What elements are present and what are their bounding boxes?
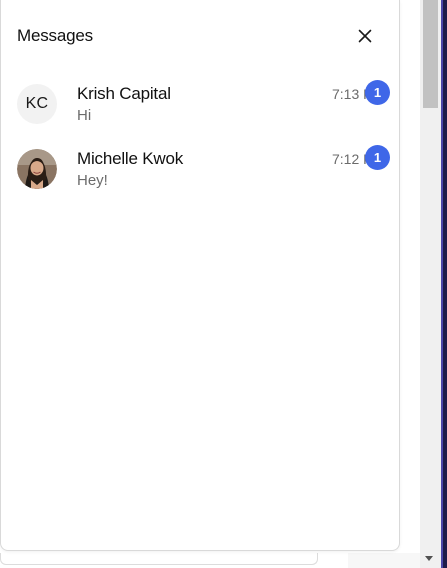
avatar — [17, 149, 57, 189]
conversation-item-krish-capital[interactable]: KC Krish Capital Hi 7:13 PM 1 — [1, 78, 399, 140]
conversation-name: Michelle Kwok — [77, 149, 184, 168]
unread-badge: 1 — [365, 80, 390, 105]
conversation-preview: Hi — [77, 107, 92, 124]
avatar: KC — [17, 84, 57, 124]
background-footer-edge — [348, 553, 420, 568]
conversation-time: 7:13 PM — [332, 86, 366, 102]
app-window: Messages KC Krish Capital Hi 7:13 PM 1 — [0, 0, 447, 568]
scrollbar-thumb[interactable] — [423, 0, 438, 108]
close-icon — [358, 29, 372, 43]
background-card-edge — [0, 553, 318, 565]
close-button[interactable] — [353, 24, 377, 48]
window-border-highlight — [441, 0, 443, 568]
avatar-initials: KC — [25, 95, 49, 112]
panel-title: Messages — [17, 26, 93, 45]
conversation-name: Krish Capital — [77, 84, 171, 103]
scroll-down-arrow-icon[interactable] — [425, 556, 433, 561]
conversation-time: 7:12 PM — [332, 151, 366, 167]
conversation-preview: Hey! — [77, 172, 108, 189]
conversation-item-michelle-kwok[interactable]: Michelle Kwok Hey! 7:12 PM 1 — [1, 143, 399, 205]
messages-panel: Messages KC Krish Capital Hi 7:13 PM 1 — [0, 0, 400, 551]
profile-photo-icon — [17, 149, 57, 189]
unread-badge: 1 — [365, 145, 390, 170]
